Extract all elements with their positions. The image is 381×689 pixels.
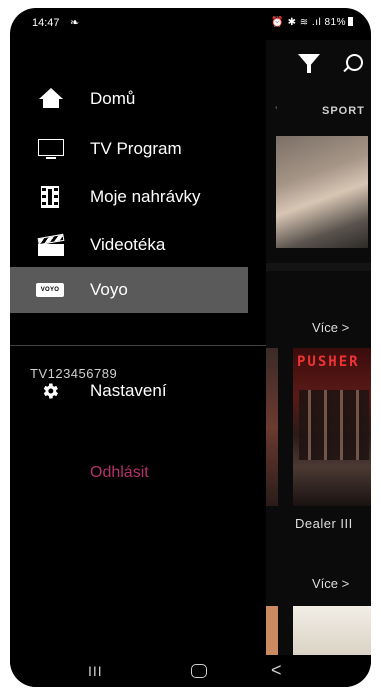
menu-item-tv-program[interactable]: TV Program [10,126,248,172]
hero-strip [266,263,371,271]
gear-icon [36,380,66,402]
divider [10,345,266,346]
menu-item-label: Nastavení [90,381,167,400]
poster-image [299,390,369,460]
poster-thumbnail[interactable] [293,606,371,656]
logout-link[interactable]: Odhlásit [90,464,149,482]
battery-percent: 81% [324,17,346,28]
menu-item-recordings[interactable]: Moje nahrávky [10,174,248,220]
menu-item-label: Moje nahrávky [90,187,201,206]
home-icon [36,88,66,110]
notification-icon: ❧ [70,17,80,29]
menu-item-label: Voyo [90,280,128,299]
more-link[interactable]: Více > [312,320,349,335]
battery-icon [348,17,353,26]
tab-separator: ’ [275,105,278,117]
voyo-logo: VOYO [36,279,66,301]
more-link[interactable]: Více > [312,576,349,591]
clapperboard-icon [36,233,66,256]
poster-thumbnail[interactable] [266,348,278,506]
navigation-drawer: Domů TV Program Moje nahrávky Videotéka … [10,40,266,655]
recents-button[interactable]: III [88,663,103,679]
menu-item-settings[interactable]: Nastavení [10,368,248,414]
status-bar: 14:47 ❧ ⏰ ✱ ≋ .ıl 81% [10,8,371,40]
menu-item-label: Domů [90,89,136,108]
back-button[interactable]: < [271,660,282,681]
home-button[interactable] [191,664,207,678]
menu-item-label: TV Program [90,139,182,158]
filter-icon[interactable] [298,54,320,73]
system-nav-bar: III < [10,655,371,687]
poster-thumbnail[interactable] [266,606,278,656]
movie-title[interactable]: Dealer III [295,516,353,531]
hero-image[interactable] [276,136,368,248]
status-indicators: ⏰ ✱ ≋ .ıl 81% [271,17,353,28]
film-icon [36,186,66,208]
menu-item-label: Videotéka [90,235,166,254]
movie-poster[interactable]: PUSHER [293,348,371,506]
menu-item-home[interactable]: Domů [10,76,248,122]
tab-sport[interactable]: SPORT [322,105,365,117]
menu-item-voyo[interactable]: VOYO Voyo [10,267,248,313]
menu-item-videoteka[interactable]: Videotéka [10,222,248,268]
phone-screen: 14:47 ❧ ⏰ ✱ ≋ .ıl 81% ’ SPORT Více > PUS… [10,8,371,687]
poster-title: PUSHER [297,354,360,370]
tv-icon [36,138,66,160]
status-time: 14:47 [32,17,60,29]
search-icon[interactable] [346,54,363,71]
